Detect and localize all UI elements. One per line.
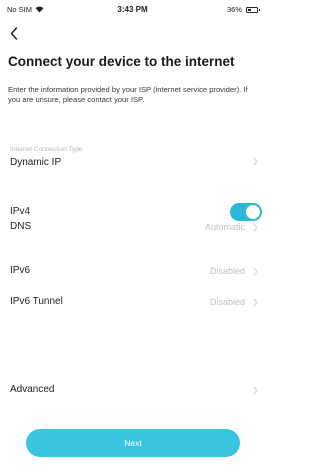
chevron-right-icon [253, 267, 258, 276]
page-title: Connect your device to the internet [8, 54, 235, 69]
next-button[interactable]: Next [26, 429, 240, 457]
chevron-right-icon [253, 298, 258, 307]
ipv6-row[interactable]: IPv6 Disabled [0, 263, 265, 279]
chevron-right-icon [253, 157, 258, 166]
page-description: Enter the information provided by your I… [8, 85, 248, 104]
ipv6-label: IPv6 [10, 265, 31, 276]
ipv4-label: IPv4 [10, 206, 31, 217]
toggle-knob [246, 205, 260, 219]
connection-type-label: Internet Connection Type [10, 146, 83, 153]
battery-percent: 36% [226, 5, 242, 14]
ipv6-value: Disabled [209, 266, 245, 276]
advanced-label: Advanced [10, 384, 55, 395]
status-bar: No SIM 3:43 PM 36% [0, 0, 265, 20]
dns-value: Automatic [204, 222, 245, 232]
back-button[interactable] [6, 24, 22, 42]
clock: 3:43 PM [117, 5, 148, 14]
connection-type-value: Dynamic IP [10, 157, 62, 168]
advanced-row[interactable]: Advanced [0, 382, 265, 398]
connection-type-row[interactable]: Internet Connection Type Dynamic IP [0, 146, 265, 174]
ipv6-tunnel-value: Disabled [209, 297, 245, 307]
ipv6-tunnel-row[interactable]: IPv6 Tunnel Disabled [0, 294, 265, 310]
dns-row[interactable]: DNS Automatic [0, 219, 265, 235]
chevron-left-icon [10, 26, 18, 40]
battery-fill [248, 8, 251, 11]
status-right: 36% [226, 5, 260, 14]
battery-icon [246, 6, 260, 13]
chevron-right-icon [253, 386, 258, 395]
chevron-right-icon [253, 223, 258, 232]
ipv6-tunnel-label: IPv6 Tunnel [10, 296, 63, 307]
dns-label: DNS [10, 221, 32, 232]
